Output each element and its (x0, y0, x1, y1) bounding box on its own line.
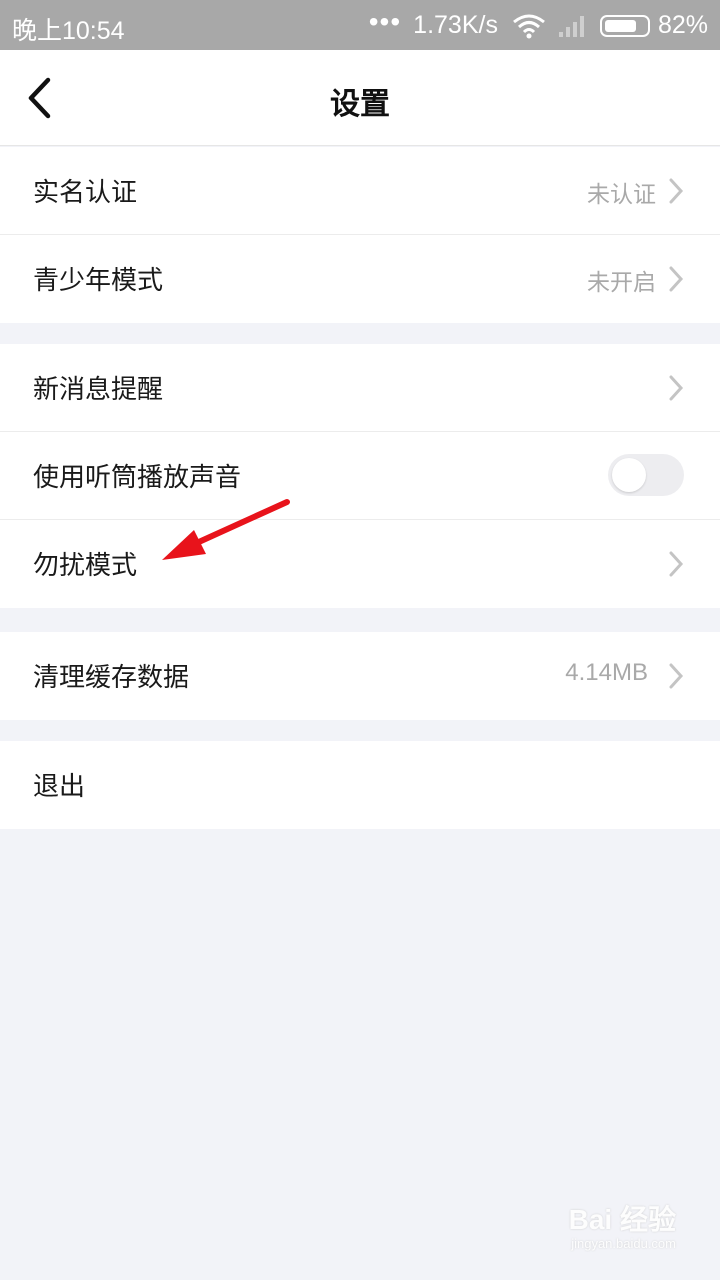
battery-level (604, 19, 636, 32)
battery-percent: 82% (657, 11, 708, 39)
battery-icon (599, 14, 650, 37)
settings-group-storage: 清理缓存数据 4.14MB (0, 632, 720, 720)
cache-size-value: 4.14MB (565, 659, 648, 686)
setting-row-youth-mode[interactable]: 青少年模式 未开启 (0, 235, 720, 323)
setting-label: 退出 (33, 772, 86, 802)
toggle-knob (612, 458, 646, 492)
setting-row-clear-cache[interactable]: 清理缓存数据 4.14MB (0, 632, 720, 720)
setting-row-real-name[interactable]: 实名认证 未认证 (0, 147, 720, 235)
settings-group-logout: 退出 (0, 741, 720, 829)
chevron-right-icon (669, 551, 684, 577)
setting-label: 青少年模式 (33, 266, 164, 296)
wifi-icon (512, 13, 546, 39)
notification-dots: ••• (368, 5, 402, 37)
chevron-right-icon (669, 375, 684, 401)
watermark-text: Bai 经验 (568, 1204, 676, 1235)
watermark-logo: Bai 经验 jingyan.baidu.com (526, 1194, 686, 1264)
setting-label: 清理缓存数据 (33, 663, 190, 693)
setting-row-new-message-alert[interactable]: 新消息提醒 (0, 344, 720, 432)
header-bar: 设置 (0, 50, 720, 146)
chevron-right-icon (669, 178, 684, 204)
chevron-right-icon (669, 266, 684, 292)
network-speed: 1.73K/s (413, 11, 498, 39)
watermark-subtext: jingyan.baidu.com (571, 1236, 676, 1251)
signal-icon (558, 14, 588, 38)
setting-row-do-not-disturb[interactable]: 勿扰模式 (0, 520, 720, 608)
setting-value: 未开启 (587, 270, 656, 296)
setting-label: 新消息提醒 (33, 375, 164, 405)
status-right: ••• 1.73K/s 82% (369, 6, 708, 40)
setting-label: 勿扰模式 (33, 551, 138, 581)
status-bar: 晚上10:54 ••• 1.73K/s 82% (0, 0, 720, 50)
status-time: 晚上10:54 (12, 17, 125, 45)
setting-label: 使用听筒播放声音 (33, 463, 242, 493)
settings-group-notifications: 新消息提醒 使用听筒播放声音 勿扰模式 (0, 344, 720, 608)
logout-button[interactable]: 退出 (0, 741, 720, 829)
setting-row-earpiece-playback: 使用听筒播放声音 (0, 432, 720, 520)
setting-label: 实名认证 (33, 178, 138, 208)
settings-group-account: 实名认证 未认证 青少年模式 未开启 (0, 147, 720, 323)
setting-value: 未认证 (587, 182, 656, 208)
chevron-right-icon (669, 663, 684, 689)
earpiece-toggle[interactable] (608, 454, 684, 496)
page-title: 设置 (330, 87, 390, 122)
